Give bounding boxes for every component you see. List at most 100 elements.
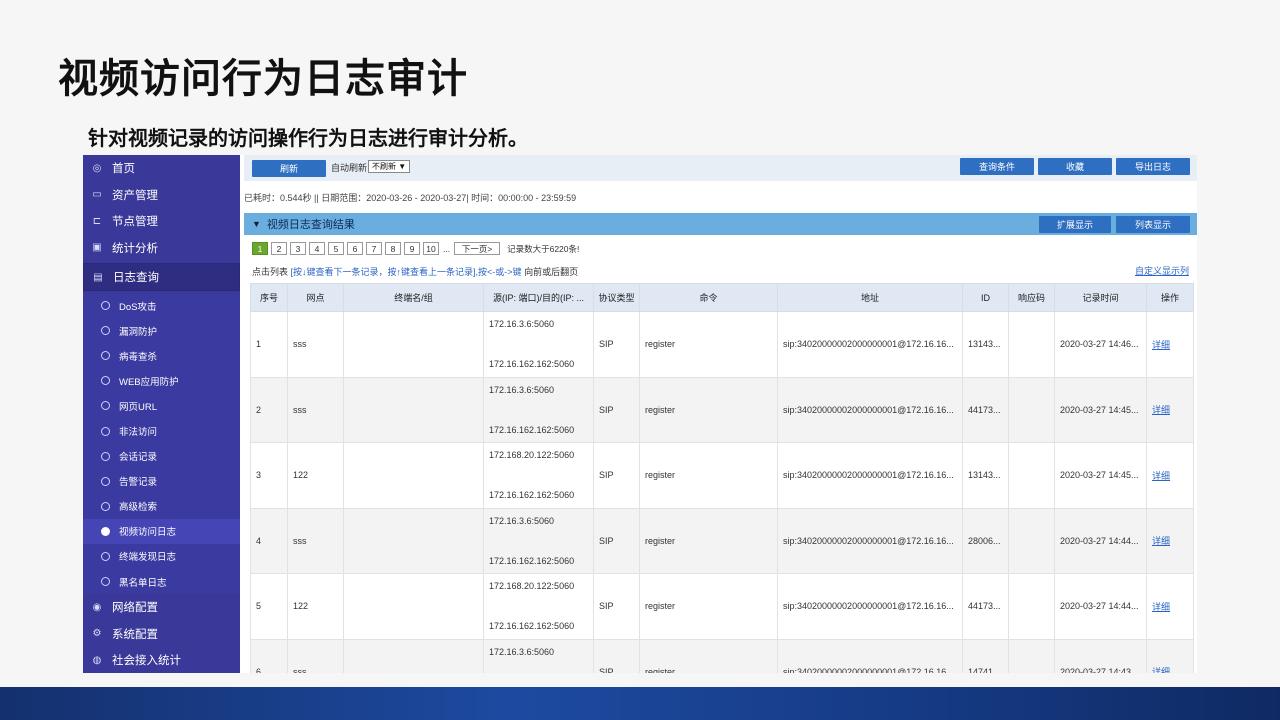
sidebar-item[interactable]: ⊏ 节点管理 (83, 208, 240, 235)
page-button[interactable]: 7 (366, 242, 382, 255)
sidebar-item[interactable]: ▭ 资产管理 (83, 182, 240, 209)
sidebar-subitem[interactable]: 非法访问 (83, 418, 240, 444)
column-header[interactable]: 操作 (1146, 283, 1194, 312)
favorite-button[interactable]: 收藏 (1038, 158, 1112, 175)
column-header[interactable]: 终端名/组 (343, 283, 484, 312)
page-button[interactable]: 6 (347, 242, 363, 255)
sidebar-item[interactable]: ⚙ 系统配置 (83, 621, 240, 648)
table-row[interactable]: 6 sss 172.16.3.6:5060 SIP register sip:340200… (250, 638, 1194, 673)
monitor-icon: ▭ (92, 189, 102, 201)
auto-refresh-select[interactable]: 不刷新 ▼ (368, 160, 411, 173)
table-row[interactable]: 5 122 172.168.20.122:5060 172.16.162.162:50… (250, 573, 1194, 640)
site-cell: 122 (287, 442, 344, 509)
page-button[interactable]: 1 (252, 242, 268, 255)
sidebar-group-log-query[interactable]: ▤ 日志查询 (83, 263, 240, 291)
response-code-cell (1008, 311, 1055, 378)
radio-dot-icon (101, 451, 110, 461)
sidebar-subitem[interactable]: 告警记录 (83, 468, 240, 494)
terminal-cell (343, 507, 484, 574)
panel-title: 视频日志查询结果 (266, 219, 355, 231)
page-button[interactable]: 4 (309, 242, 325, 255)
column-header[interactable]: 网点 (287, 283, 344, 312)
protocol-cell: SIP (593, 507, 640, 574)
page-button[interactable]: 3 (290, 242, 306, 255)
sidebar-subitem[interactable]: 网页URL (83, 393, 240, 419)
src-dst-cell: 172.168.20.122:5060 172.16.162.162:5060 (483, 573, 594, 640)
address-cell: sip:34020000002000000001@172.16.16... (777, 311, 963, 378)
sidebar-item[interactable]: ◉ 网络配置 (83, 594, 240, 621)
source-address: 172.168.20.122:5060 (489, 450, 575, 461)
sidebar-subitem[interactable]: 视频访问日志 (83, 518, 240, 544)
src-dst-cell: 172.16.3.6:5060 172.16.162.162:5060 (483, 507, 594, 574)
detail-link[interactable]: 详细 (1152, 667, 1170, 673)
site-cell: sss (287, 638, 344, 673)
address-cell: sip:34020000002000000001@172.16.16... (777, 376, 963, 443)
table-row[interactable]: 1 sss 172.16.3.6:5060 172.16.162.162:5060 SI… (250, 311, 1194, 378)
column-header[interactable]: 地址 (777, 283, 963, 312)
page-button[interactable]: 2 (271, 242, 287, 255)
list-view-button[interactable]: 列表显示 (1116, 216, 1190, 233)
keyboard-hint: 点击列表 [按↓键查看下一条记录，按↑键查看上一条记录],按<-或->键 向前或… (252, 265, 578, 278)
sidebar-subitem[interactable]: 黑名单日志 (83, 569, 240, 595)
column-header[interactable]: 序号 (250, 283, 288, 312)
detail-link[interactable]: 详细 (1152, 536, 1170, 546)
response-code-cell (1008, 573, 1055, 640)
command-cell: register (639, 376, 778, 443)
address-cell: sip:34020000002000000001@172.16.16... (777, 442, 963, 509)
sidebar-subitem[interactable]: 高级检索 (83, 493, 240, 519)
record-time-cell: 2020-03-27 14:44... (1054, 573, 1147, 640)
row-number: 1 (250, 311, 288, 378)
source-address: 172.16.3.6:5060 (489, 384, 555, 395)
detail-link[interactable]: 详细 (1152, 602, 1170, 612)
column-header[interactable]: 响应码 (1008, 283, 1055, 312)
record-time-cell: 2020-03-27 14:45... (1054, 376, 1147, 443)
row-number: 2 (250, 376, 288, 443)
export-log-button[interactable]: 导出日志 (1116, 158, 1190, 175)
column-header[interactable]: ID (962, 283, 1009, 312)
command-cell: register (639, 573, 778, 640)
src-dst-pair: 172.168.20.122:5060 172.16.162.162:5060 (489, 581, 593, 631)
page-button[interactable]: 10 (423, 242, 439, 255)
column-header[interactable]: 命令 (639, 283, 778, 312)
src-dst-cell: 172.16.3.6:5060 (483, 638, 594, 673)
id-cell: 44173... (962, 376, 1009, 443)
page-button[interactable]: 8 (385, 242, 401, 255)
site-cell: sss (287, 376, 344, 443)
detail-link[interactable]: 详细 (1152, 340, 1170, 350)
sidebar-item[interactable]: ◍ 社会接入统计 (83, 647, 240, 673)
column-header[interactable]: 协议类型 (593, 283, 640, 312)
sidebar-subitem[interactable]: 终端发现日志 (83, 543, 240, 570)
sidebar-subitem[interactable]: 病毒查杀 (83, 343, 240, 369)
sidebar-item[interactable]: ▣ 统计分析 (83, 235, 240, 262)
page-button[interactable]: 5 (328, 242, 344, 255)
sidebar-item[interactable]: ◎ 首页 (83, 155, 240, 182)
expand-view-button[interactable]: 扩展显示 (1039, 216, 1111, 233)
query-conditions-button[interactable]: 查询条件 (960, 158, 1034, 175)
sidebar-subitem[interactable]: WEB应用防护 (83, 368, 240, 394)
record-time-cell: 2020-03-27 14:44... (1054, 507, 1147, 574)
row-number: 3 (250, 442, 288, 509)
command-cell: register (639, 507, 778, 574)
action-cell: 详细 (1146, 442, 1194, 509)
src-dst-cell: 172.168.20.122:5060 172.16.162.162:5060 (483, 442, 594, 509)
chevron-down-icon[interactable]: ▼ (252, 219, 261, 229)
record-time-cell: 2020-03-27 14:45... (1054, 442, 1147, 509)
detail-link[interactable]: 详细 (1152, 405, 1170, 415)
table-row[interactable]: 2 sss 172.16.3.6:5060 172.16.162.162:5060 SI… (250, 376, 1194, 443)
next-page-button[interactable]: 下一页> (454, 242, 501, 255)
column-header[interactable]: 源(IP: 端口)/目的(IP: ... (483, 283, 594, 312)
sidebar-subitem[interactable]: 漏洞防护 (83, 318, 240, 344)
sidebar-subitem[interactable]: 会话记录 (83, 443, 240, 469)
refresh-button[interactable]: 刷新 (252, 160, 326, 177)
sidebar-subitem[interactable]: DoS攻击 (83, 293, 240, 319)
table-row[interactable]: 4 sss 172.16.3.6:5060 172.16.162.162:5060 SI… (250, 507, 1194, 574)
command-cell: register (639, 442, 778, 509)
table-row[interactable]: 3 122 172.168.20.122:5060 172.16.162.162:50… (250, 442, 1194, 509)
column-header[interactable]: 记录时间 (1054, 283, 1147, 312)
detail-link[interactable]: 详细 (1152, 471, 1170, 481)
hint-prefix: 点击列表 (252, 267, 289, 277)
page-button[interactable]: 9 (404, 242, 420, 255)
custom-columns-link[interactable]: 自定义显示列 (1135, 264, 1189, 277)
protocol-cell: SIP (593, 376, 640, 443)
destination-address: 172.16.162.162:5060 (489, 424, 575, 435)
